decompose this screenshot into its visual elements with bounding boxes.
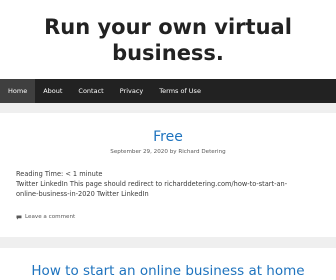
reading-time: Reading Time: < 1 minute <box>16 170 103 178</box>
nav-item-privacy[interactable]: Privacy <box>112 79 152 103</box>
post-footer: Leave a comment <box>16 214 75 220</box>
post-title-link[interactable]: Free <box>0 128 336 146</box>
comment-icon <box>16 215 22 220</box>
site-title[interactable]: Run your own virtual business. <box>38 14 298 66</box>
nav-item-contact[interactable]: Contact <box>70 79 111 103</box>
post-content-line: online-business-in-2020 Twitter LinkedIn <box>16 189 149 198</box>
nav-item-terms-of-use[interactable]: Terms of Use <box>151 79 209 103</box>
post-title-link-2[interactable]: How to start an online business at home <box>0 263 336 280</box>
post-date[interactable]: September 29, 2020 <box>110 149 168 155</box>
post-meta: September 29, 2020 by Richard Detering <box>0 149 336 155</box>
post-card: Free September 29, 2020 by Richard Deter… <box>0 113 336 237</box>
post-content: Twitter LinkedIn This page should redire… <box>16 180 322 199</box>
site-header: Run your own virtual business. <box>0 0 336 79</box>
post-author-link[interactable]: Richard Detering <box>178 149 225 155</box>
leave-comment-link[interactable]: Leave a comment <box>25 214 75 220</box>
nav-item-home[interactable]: Home <box>0 79 36 103</box>
post-by-label: by <box>169 149 177 155</box>
comment-icon-svg <box>16 215 22 220</box>
main-navigation: Home About Contact Privacy Terms of Use <box>0 79 336 103</box>
post-content-line: Twitter LinkedIn This page should redire… <box>16 180 288 188</box>
post-card-2: How to start an online business at home <box>0 248 336 280</box>
nav-item-about[interactable]: About <box>35 79 70 103</box>
